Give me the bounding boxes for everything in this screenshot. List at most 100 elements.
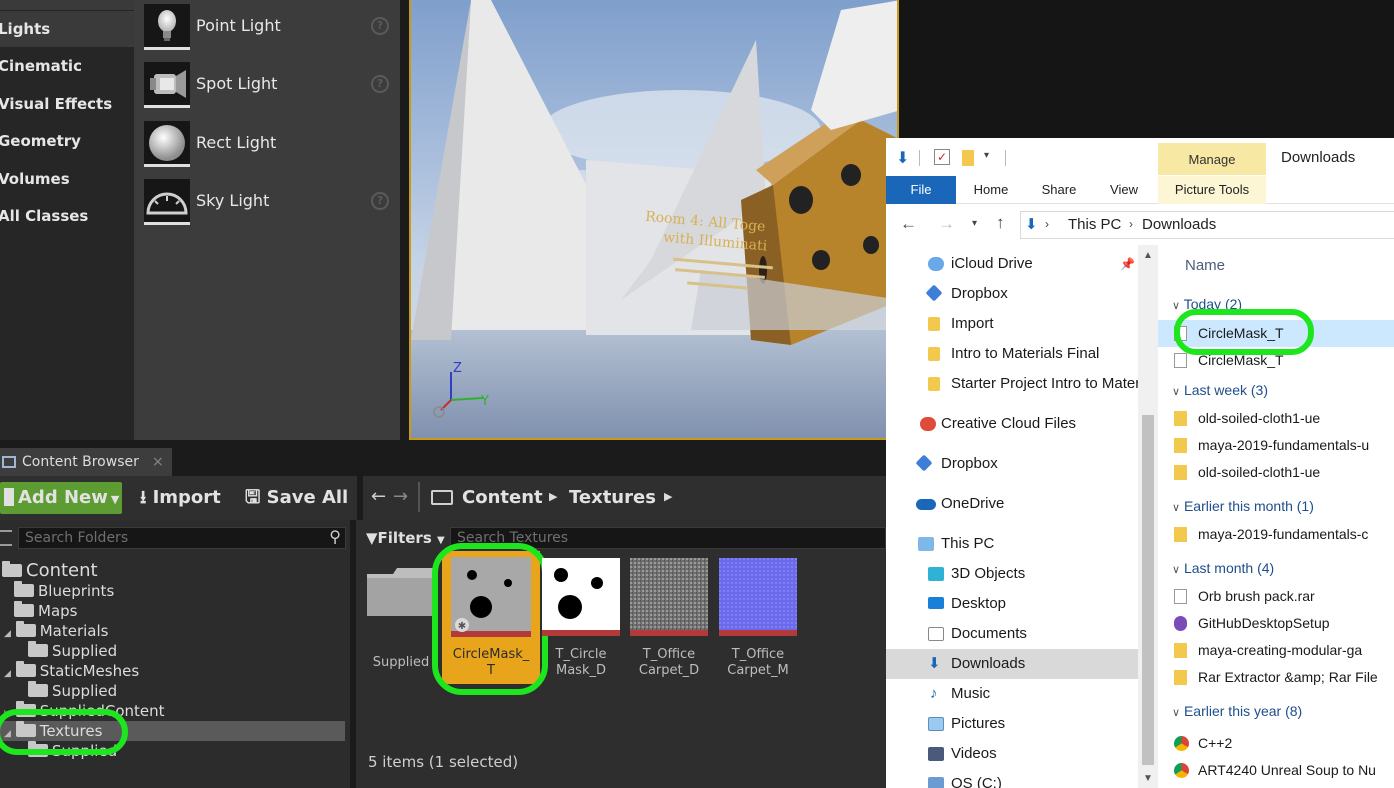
level-viewport[interactable]: Room 4: All Toge with Illuminati Z Y [409, 0, 899, 440]
group-header-last-month[interactable]: ∨ Last month (4) [1158, 556, 1274, 580]
tree-item-staticmeshes[interactable]: ◢ StaticMeshes [4, 661, 139, 681]
nav-onedrive[interactable]: OneDrive [886, 489, 1138, 519]
tab-share[interactable]: Share [1036, 176, 1082, 204]
file-row[interactable]: Rar Extractor &amp; Rar File [1158, 664, 1394, 691]
search-icon: ⚲ [329, 527, 341, 546]
nav-downloads[interactable]: ⬇ Downloads [886, 649, 1138, 679]
nav-dropbox[interactable]: Dropbox [886, 279, 1138, 309]
nav-import[interactable]: Import [886, 309, 1138, 339]
help-icon[interactable]: ? [371, 17, 389, 35]
breadcrumb-textures[interactable]: Textures [569, 482, 656, 514]
nav-os-c[interactable]: OS (C:) [886, 769, 1138, 788]
tree-item-materials[interactable]: ◢ Materials [4, 621, 108, 641]
address-bar[interactable]: ⬇ › This PC › Downloads [1020, 211, 1394, 239]
nav-videos[interactable]: Videos [886, 739, 1138, 769]
category-volumes[interactable]: Volumes [0, 161, 70, 197]
category-visual-effects[interactable]: Visual Effects [0, 86, 112, 122]
tree-item-materials-supplied[interactable]: Supplied [28, 641, 117, 661]
nav-dropbox-2[interactable]: Dropbox [886, 449, 1138, 479]
github-icon [1174, 616, 1187, 631]
chevron-down-icon: ∨ [1172, 386, 1181, 398]
tab-view[interactable]: View [1104, 176, 1144, 204]
file-row[interactable]: Orb brush pack.rar [1158, 583, 1394, 610]
asset-t-officecarpet-d[interactable] [630, 558, 710, 638]
group-header-earlier-this-month[interactable]: ∨ Earlier this month (1) [1158, 494, 1314, 518]
nav-starter-project[interactable]: Starter Project Intro to Mater [886, 369, 1138, 399]
import-button[interactable]: ⭳ Import [140, 482, 221, 514]
manage-context-tab[interactable]: Manage [1158, 143, 1266, 175]
file-row[interactable]: maya-creating-modular-ga [1158, 637, 1394, 664]
file-row[interactable]: old-soiled-cloth1-ue [1158, 459, 1394, 486]
tab-file[interactable]: File [886, 176, 956, 204]
tree-item-staticmeshes-supplied[interactable]: Supplied [28, 681, 117, 701]
tree-menu-icon[interactable] [0, 530, 12, 546]
breadcrumb-content[interactable]: Content [462, 482, 543, 514]
category-geometry[interactable]: Geometry [0, 123, 81, 159]
properties-icon[interactable]: ✓ [934, 149, 950, 165]
asset-t-officecarpet-m[interactable] [719, 558, 799, 638]
help-icon[interactable]: ? [371, 192, 389, 210]
tree-item-maps[interactable]: Maps [14, 601, 77, 621]
scroll-thumb[interactable] [1142, 415, 1154, 765]
new-folder-icon[interactable] [962, 150, 974, 166]
nav-creative-cloud-files[interactable]: Creative Cloud Files [886, 409, 1138, 439]
recent-locations-icon[interactable]: ▾ [972, 218, 977, 229]
light-item-point[interactable]: Point Light ? [134, 0, 400, 56]
nav-3d-objects[interactable]: 3D Objects [886, 559, 1138, 589]
category-all-classes[interactable]: All Classes [0, 198, 88, 234]
nav-pictures[interactable]: Pictures [886, 709, 1138, 739]
tree-item-blueprints[interactable]: Blueprints [14, 581, 114, 601]
light-item-rect[interactable]: Rect Light [134, 117, 400, 173]
content-browser-tab[interactable]: Content Browser × [0, 448, 172, 476]
pictures-icon [928, 717, 944, 731]
file-row[interactable]: old-soiled-cloth1-ue [1158, 405, 1394, 432]
file-row[interactable]: GitHubDesktopSetup [1158, 610, 1394, 637]
filters-button[interactable]: ▼Filters ▼ [366, 526, 445, 550]
nav-intro-materials-final[interactable]: Intro to Materials Final [886, 339, 1138, 369]
texture-thumbnail [542, 558, 620, 636]
nav-desktop[interactable]: Desktop [886, 589, 1138, 619]
back-arrow-icon[interactable]: ← [371, 486, 386, 507]
light-item-sky[interactable]: Sky Light ? [134, 175, 400, 231]
group-header-last-week[interactable]: ∨ Last week (3) [1158, 378, 1268, 402]
chevron-down-icon: ∨ [1172, 564, 1181, 576]
address-downloads[interactable]: Downloads [1142, 216, 1216, 233]
light-item-spot[interactable]: Spot Light ? [134, 58, 400, 114]
search-folders-input[interactable]: Search Folders ⚲ [18, 527, 346, 549]
column-header-name[interactable]: Name [1185, 257, 1225, 274]
up-arrow-icon[interactable]: ↑ [996, 213, 1005, 233]
texture-thumbnail [630, 558, 708, 636]
group-header-earlier-this-year[interactable]: ∨ Earlier this year (8) [1158, 699, 1302, 723]
tab-picture-tools[interactable]: Picture Tools [1158, 176, 1266, 204]
nav-music[interactable]: ♪ Music [886, 679, 1138, 709]
forward-arrow-icon[interactable]: → [393, 486, 408, 507]
file-row[interactable]: maya-2019-fundamentals-c [1158, 521, 1394, 548]
help-icon[interactable]: ? [371, 75, 389, 93]
file-row[interactable]: maya-2019-fundamentals-u [1158, 432, 1394, 459]
back-arrow-icon[interactable]: ← [900, 214, 917, 234]
navigation-pane: iCloud Drive 📌 Dropbox Import Intro to Ma… [886, 245, 1138, 788]
nav-icloud-drive[interactable]: iCloud Drive 📌 [886, 249, 1138, 279]
scroll-up-icon[interactable]: ▲ [1143, 250, 1153, 261]
address-this-pc[interactable]: This PC [1068, 216, 1121, 233]
panel-splitter[interactable] [400, 0, 409, 440]
category-cinematic[interactable]: Cinematic [0, 48, 82, 84]
forward-arrow-icon[interactable]: → [938, 214, 955, 234]
add-new-button[interactable]: Add New ▼ [0, 482, 122, 514]
nav-this-pc[interactable]: This PC [886, 529, 1138, 559]
asset-t-circlemask-d[interactable] [542, 558, 622, 638]
file-row[interactable]: C++2 [1158, 730, 1394, 757]
navigation-scrollbar[interactable]: ▲ ▼ [1138, 245, 1158, 788]
category-lights[interactable]: Lights [0, 11, 134, 47]
close-icon[interactable]: × [152, 448, 164, 476]
ribbon-tabs: File Home Share View Picture Tools [886, 176, 1394, 204]
pc-icon [918, 537, 934, 551]
tree-item-content[interactable]: Content [2, 559, 98, 583]
pin-icon[interactable]: 📌 [1120, 249, 1135, 279]
file-row[interactable]: ART4240 Unreal Soup to Nu [1158, 757, 1394, 784]
scroll-down-icon[interactable]: ▼ [1143, 773, 1153, 784]
customize-qat-icon[interactable]: ▾ [984, 150, 989, 161]
tab-home[interactable]: Home [966, 176, 1016, 204]
save-all-button[interactable]: 🖫 Save All [245, 482, 348, 514]
nav-documents[interactable]: Documents [886, 619, 1138, 649]
